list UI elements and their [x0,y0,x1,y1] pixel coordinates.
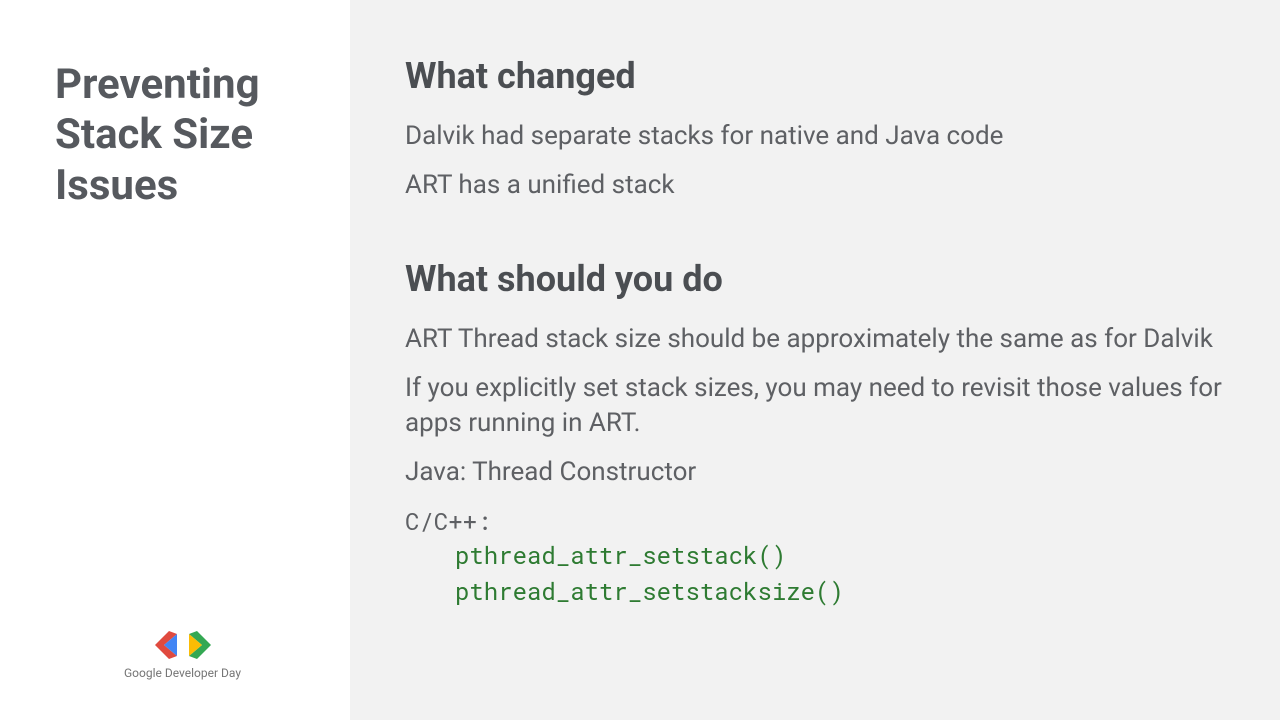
body-text: If you explicitly set stack sizes, you m… [405,371,1225,441]
sidebar: Preventing Stack Size Issues Google Deve… [0,0,350,720]
code-snippet: pthread_attr_setstacksize() [455,573,1225,609]
body-text: Java: Thread Constructor [405,455,1225,490]
body-text: ART has a unified stack [405,168,1225,203]
google-dev-logo-icon [153,630,213,660]
section-heading-what-should-you-do: What should you do [405,258,1225,300]
section-heading-what-changed: What changed [405,55,1225,97]
code-snippet: pthread_attr_setstack() [455,537,1225,573]
code-language-label: C/C++: [405,505,1225,537]
main-content: What changed Dalvik had separate stacks … [350,0,1280,720]
body-text: ART Thread stack size should be approxim… [405,322,1225,357]
slide-title: Preventing Stack Size Issues [55,60,320,211]
body-text: Dalvik had separate stacks for native an… [405,119,1225,154]
footer-logo-text: Google Developer Day [124,666,241,680]
footer-logo: Google Developer Day [45,630,320,680]
